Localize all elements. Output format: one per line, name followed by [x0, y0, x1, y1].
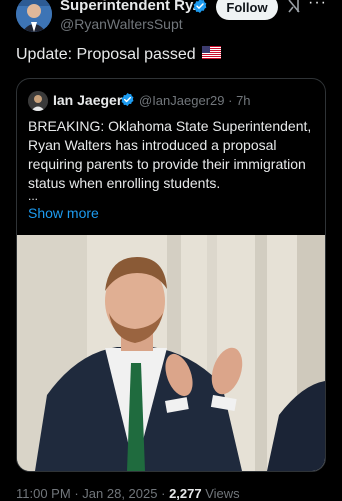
quote-body-text: BREAKING: Oklahoma State Superintendent,… [28, 118, 312, 191]
footer-separator: · [161, 486, 166, 501]
footer-separator: · [74, 486, 79, 501]
quote-author-avatar[interactable] [28, 91, 48, 111]
quoted-tweet-card[interactable]: Ian Jaeger @IanJaeger29 · 7h BREAKING: O… [16, 78, 326, 472]
grok-icon[interactable] [286, 0, 302, 19]
verified-badge-icon [192, 0, 208, 19]
quote-time[interactable]: 7h [236, 93, 250, 108]
author-name[interactable]: Superintendent Ry... [60, 0, 205, 14]
quote-meta: @IanJaeger29 · 7h [139, 93, 251, 108]
tweet-footer-meta: 11:00 PM · Jan 28, 2025 · 2,277 Views [16, 486, 240, 501]
quote-author-handle[interactable]: @IanJaeger29 [139, 93, 224, 108]
quote-verified-badge-icon [120, 92, 135, 112]
post-time[interactable]: 11:00 PM [16, 486, 71, 501]
more-options-icon[interactable]: ··· [308, 0, 327, 12]
us-flag-icon [201, 46, 221, 64]
tweet-text-content: Update: Proposal passed [16, 46, 196, 63]
quote-author-name[interactable]: Ian Jaeger [53, 92, 122, 108]
tweet-text: Update: Proposal passed [16, 46, 221, 64]
quote-ellipsis: ... [28, 189, 39, 203]
quote-meta-separator: · [228, 93, 233, 108]
views-label: Views [205, 486, 240, 501]
follow-button[interactable]: Follow [216, 0, 278, 20]
author-avatar[interactable] [16, 0, 52, 32]
show-more-link[interactable]: Show more [28, 205, 99, 221]
quote-photo[interactable] [17, 235, 325, 471]
post-date[interactable]: Jan 28, 2025 [82, 486, 157, 501]
author-handle[interactable]: @RyanWaltersSupt [60, 16, 183, 32]
views-count[interactable]: 2,277 [169, 486, 202, 501]
